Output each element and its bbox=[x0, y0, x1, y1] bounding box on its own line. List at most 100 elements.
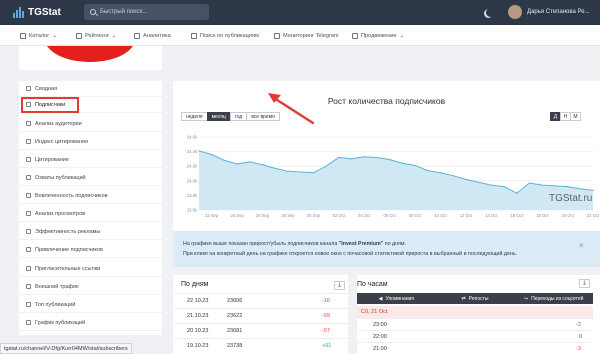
row-count: 23681 bbox=[227, 328, 243, 334]
table-row: 23:00 -2 bbox=[357, 318, 593, 330]
star-icon bbox=[26, 302, 31, 307]
sidebar-item-label: Охваты публикаций bbox=[35, 174, 86, 181]
nav-label: Мониторинг Telegram bbox=[283, 32, 339, 39]
tab-reposts[interactable]: ⇄ Репосты bbox=[436, 293, 515, 304]
sidebar-item-engagement[interactable]: Вовлеченность подписчиков bbox=[19, 188, 162, 204]
row-date: 19.10.23 bbox=[187, 343, 209, 349]
nav-item-monitoring[interactable]: Мониторинг Telegram bbox=[274, 31, 339, 40]
tab-social-redirects[interactable]: ↪ Переходы из соцсетей bbox=[514, 293, 593, 304]
data-point bbox=[389, 159, 391, 161]
y-tick-label: 24.0k bbox=[187, 178, 198, 183]
logo-text: TGStat bbox=[28, 7, 61, 18]
tab-label: Переходы из соцсетей bbox=[531, 295, 584, 302]
analytics-icon bbox=[134, 32, 140, 39]
sidebar-item-citations[interactable]: Цитирование bbox=[19, 152, 162, 168]
row-delta: -2 bbox=[576, 322, 581, 328]
nav-item-ratings[interactable]: Рейтинги ⌄ bbox=[76, 31, 116, 40]
row-time: 23:00 bbox=[373, 322, 387, 328]
search-placeholder: Быстрый поиск... bbox=[100, 9, 148, 15]
sidebar-item-label: График публикаций bbox=[35, 319, 86, 326]
download-icon[interactable]: ⤓ bbox=[334, 281, 345, 290]
tab-mentions[interactable]: ◀ Упоминания bbox=[357, 293, 436, 304]
channel-avatar bbox=[45, 46, 135, 62]
row-count: 23622 bbox=[227, 313, 243, 319]
sidebar-item-acquisition[interactable]: Привлечение подписчиков bbox=[19, 242, 162, 258]
data-point bbox=[376, 156, 378, 159]
sidebar-item-summary[interactable]: Сводная bbox=[19, 81, 162, 97]
row-date: 20.10.23 bbox=[187, 328, 209, 334]
row-date: 22.10.23 bbox=[187, 298, 209, 304]
sidebar-item-top-posts[interactable]: Топ публикаций bbox=[19, 297, 162, 313]
sidebar-item-invite-links[interactable]: Пригласительные ссылки bbox=[19, 261, 162, 277]
data-point bbox=[478, 181, 480, 183]
close-icon[interactable]: × bbox=[579, 238, 584, 253]
eye-icon bbox=[26, 175, 31, 180]
moon-icon[interactable] bbox=[486, 8, 495, 17]
subscriber-growth-chart[interactable]: 24.6k 24.4k 24.2k 24.0k 23.8k 23.6k 22 Sep 24 S… bbox=[173, 81, 600, 231]
sidebar-item-external-traffic[interactable]: Внешний трафик bbox=[19, 279, 162, 295]
sidebar-item-views[interactable]: Анализ просмотров bbox=[19, 206, 162, 222]
sidebar-item-post-schedule[interactable]: График публикаций bbox=[19, 315, 162, 331]
data-point bbox=[503, 186, 505, 188]
by-hours-title: По часам bbox=[357, 281, 388, 288]
share-icon: ⇄ bbox=[461, 295, 466, 302]
search-input[interactable]: Быстрый поиск... bbox=[84, 4, 209, 20]
sidebar-item-label: Эффективность рекламы bbox=[35, 228, 101, 235]
data-point bbox=[236, 163, 238, 165]
sidebar-item-label: Сводная bbox=[35, 85, 58, 92]
row-time: 22:00 bbox=[373, 334, 387, 340]
row-delta: -57 bbox=[322, 328, 330, 334]
x-tick-label: 18 Oct bbox=[536, 213, 549, 218]
nav-item-catalog[interactable]: Каталог ⌄ bbox=[20, 31, 57, 40]
data-point bbox=[452, 175, 454, 177]
hours-tabs: ◀ Упоминания ⇄ Репосты ↪ Переходы из соцсет… bbox=[357, 293, 593, 304]
sidebar-item-ad-efficiency[interactable]: Эффективность рекламы bbox=[19, 224, 162, 240]
bar-chart-icon bbox=[13, 7, 24, 18]
sidebar-item-reach[interactable]: Охваты публикаций bbox=[19, 170, 162, 186]
x-tick-label: 10 Oct bbox=[434, 213, 447, 218]
download-icon[interactable]: ⤓ bbox=[579, 279, 590, 288]
search-icon bbox=[90, 9, 96, 15]
sidebar-item-audience[interactable]: Анализ аудитории bbox=[19, 116, 162, 132]
by-days-title: По дням bbox=[181, 281, 209, 288]
table-row: 19.10.23 23738 +51 bbox=[173, 338, 348, 353]
status-bar-url: tgstat.ru/channel/V-Dfg/Kurr04MW/stat/su… bbox=[0, 343, 132, 354]
nav-label: Аналитика bbox=[143, 32, 171, 39]
row-count: 23738 bbox=[227, 343, 243, 349]
sidebar-item-label: Топ публикаций bbox=[35, 301, 76, 308]
nav-item-post-search[interactable]: Поиск по публикациям bbox=[191, 31, 259, 40]
user-plus-icon bbox=[26, 247, 31, 252]
chart-watermark: TGStat.ru bbox=[549, 193, 593, 204]
nav-label: Каталог bbox=[29, 32, 50, 39]
data-point bbox=[541, 184, 543, 186]
data-point bbox=[363, 156, 365, 158]
y-tick-label: 24.2k bbox=[187, 164, 198, 169]
logo[interactable]: TGStat bbox=[13, 6, 61, 19]
row-count: 23606 bbox=[227, 298, 243, 304]
table-row: 22:00 0 bbox=[357, 330, 593, 342]
info-channel-name: "Invest Premium" bbox=[338, 241, 384, 247]
data-point bbox=[325, 165, 327, 167]
link-icon bbox=[26, 266, 31, 271]
row-date: 21.10.23 bbox=[187, 313, 209, 319]
data-point bbox=[261, 164, 264, 166]
trophy-icon bbox=[76, 32, 82, 39]
info-box: На графике выше показан прирост/убыль по… bbox=[173, 231, 600, 267]
tab-label: Упоминания bbox=[385, 295, 414, 302]
data-point bbox=[554, 185, 556, 187]
nav-item-analytics[interactable]: Аналитика bbox=[134, 31, 171, 40]
user-name[interactable]: Дарья Степанова Ре... bbox=[527, 9, 590, 15]
x-tick-label: 08 Oct bbox=[409, 213, 422, 218]
info-line-2: При клике на конкретный день на графике … bbox=[183, 251, 518, 258]
x-tick-label: 30 Sep bbox=[307, 213, 321, 218]
row-delta: +51 bbox=[322, 343, 332, 349]
sidebar-item-citation-index[interactable]: Индекс цитирования bbox=[19, 134, 162, 150]
nav-label: Рейтинги bbox=[85, 32, 109, 39]
nav-item-promotion[interactable]: Продвижение ⌄ bbox=[352, 31, 404, 40]
globe-icon bbox=[26, 86, 31, 91]
data-point bbox=[490, 184, 492, 186]
x-tick-label: 02 Oct bbox=[333, 213, 346, 218]
y-tick-label: 24.4k bbox=[187, 149, 198, 154]
avatar[interactable] bbox=[508, 5, 522, 19]
x-tick-label: 16 Oct bbox=[511, 213, 524, 218]
